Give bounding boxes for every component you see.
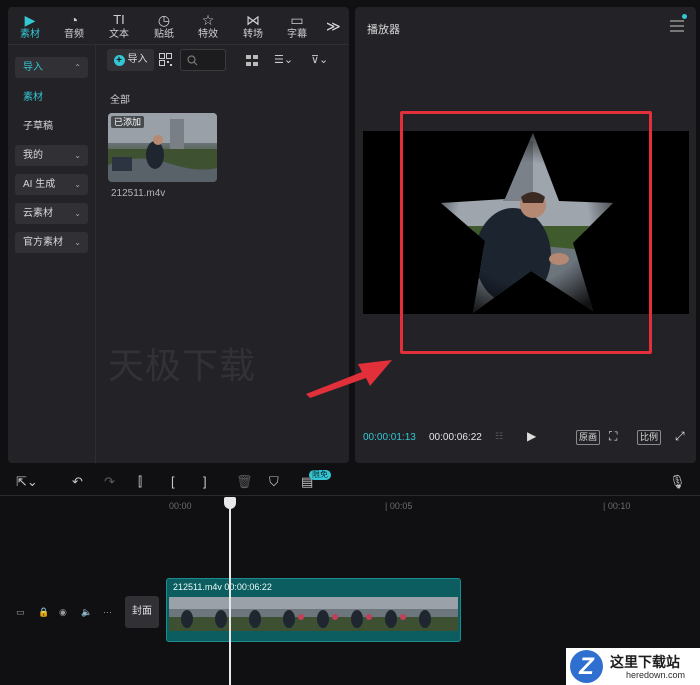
nav-ai-generate[interactable]: AI 生成 ⌄ [15, 174, 88, 195]
tabs-more-button[interactable]: ≫ [326, 18, 341, 35]
player-title: 播放器 [367, 24, 400, 36]
play-button[interactable]: ▶ [527, 430, 536, 445]
nav-official-label: 官方素材 [23, 237, 63, 248]
chevron-up-icon: ⌃ [74, 63, 81, 72]
plus-icon: + [113, 55, 125, 66]
added-badge: 已添加 [111, 116, 145, 128]
volume-icon[interactable]: 🔈 [81, 607, 92, 618]
playhead-handle[interactable] [224, 497, 236, 509]
original-quality-button[interactable]: 原画 [576, 430, 601, 445]
tab-transition[interactable]: ⋈ 转场 [235, 11, 271, 43]
lock-icon[interactable]: 🔒 [38, 607, 49, 618]
audio-icon: ◔ [69, 12, 79, 28]
timeline-ruler: 00:00 | 00:05 | 00:10 [166, 497, 700, 513]
sticker-icon: ◷ [157, 12, 171, 28]
trim-right-icon[interactable]: ] [203, 475, 207, 489]
timeline-grid-icon[interactable]: ☷ [495, 430, 503, 445]
media-toolbar: + 导入 ☰⌄ ⊽⌄ [99, 49, 339, 73]
more-icon[interactable]: ··· [103, 607, 112, 617]
timeline-toolbar: ⇱⌄ ↶ ↷ ⫿ [ ] 🗑 ⛉ ▤ 🎙 [0, 468, 700, 496]
tab-text[interactable]: TI 文本 [101, 11, 137, 43]
playhead[interactable] [229, 499, 231, 685]
text-icon: TI [113, 12, 125, 27]
total-time: 00:00:06:22 [429, 432, 482, 443]
highlight-frame [400, 111, 652, 354]
undo-icon[interactable]: ↶ [72, 475, 83, 489]
effects-icon: ☆ [201, 12, 215, 28]
ruler-label: 00:00 [169, 501, 192, 511]
media-thumbnail[interactable]: 已添加 [108, 113, 217, 182]
nav-import-label: 导入 [23, 62, 43, 73]
tab-media[interactable]: ▶ 素材 [12, 11, 48, 43]
tab-sticker[interactable]: ◷ 贴纸 [146, 11, 182, 43]
transition-icon: ⋈ [246, 12, 260, 28]
media-search-input[interactable] [180, 49, 226, 71]
side-nav: 导入 ⌃ 素材 子草稿 我的 ⌄ AI 生成 ⌄ 云素材 ⌄ 官方素材 ⌄ [8, 45, 96, 463]
chevron-down-icon: ⌄ [74, 209, 81, 218]
search-icon [187, 55, 198, 66]
ruler-label: | 00:05 [385, 501, 413, 511]
select-cursor-icon[interactable]: ⇱⌄ [16, 475, 38, 489]
watermark-text: 天极下载 [108, 346, 257, 387]
chevron-down-icon: ⌄ [74, 151, 81, 160]
redo-icon[interactable]: ↷ [104, 475, 115, 489]
nav-subdraft[interactable]: 子草稿 [15, 116, 88, 137]
eye-icon[interactable]: ◉ [59, 607, 67, 618]
free-badge: 限免 [309, 470, 331, 480]
top-tab-bar: ▶ 素材 ◔ 音频 TI 文本 ◷ 贴纸 ☆ 特效 ⋈ 转场 ▭ 字幕 ≫ [8, 7, 349, 45]
chevron-down-icon: ⌄ [74, 238, 81, 247]
import-label: 导入 [127, 54, 148, 65]
annotation-arrow-icon [306, 360, 392, 398]
clip-filmstrip [169, 597, 458, 631]
aspect-ratio-button[interactable]: 比例 [637, 430, 662, 445]
logo-z-icon: Z [570, 650, 603, 683]
nav-official[interactable]: 官方素材 ⌄ [15, 232, 88, 253]
ruler-label: | 00:10 [603, 501, 631, 511]
nav-mine[interactable]: 我的 ⌄ [15, 145, 88, 166]
notification-dot [682, 14, 687, 19]
nav-ai-label: AI 生成 [23, 179, 56, 190]
chevron-down-icon: ⌄ [74, 180, 81, 189]
nav-media[interactable]: 素材 [15, 87, 88, 108]
trim-left-icon[interactable]: [ [171, 475, 175, 489]
import-button[interactable]: + 导入 [107, 49, 154, 71]
fit-screen-icon[interactable]: ⛶ [609, 430, 617, 445]
timeline-clip[interactable]: 212511.m4v 00:00:06:22 [166, 578, 461, 642]
nav-mine-label: 我的 [23, 150, 43, 161]
tab-audio[interactable]: ◔ 音频 [56, 11, 92, 43]
media-panel: ▶ 素材 ◔ 音频 TI 文本 ◷ 贴纸 ☆ 特效 ⋈ 转场 ▭ 字幕 ≫ 导入… [8, 7, 349, 463]
sort-icon[interactable]: ☰⌄ [274, 53, 293, 66]
site-name: 这里下载站 [610, 654, 680, 670]
site-logo: Z 这里下载站 heredown.com [566, 648, 700, 685]
subtitle-icon: ▭ [290, 12, 304, 28]
split-icon[interactable]: ⫿ [138, 475, 142, 489]
filter-icon[interactable]: ⊽⌄ [311, 53, 328, 66]
menu-icon[interactable] [670, 20, 684, 32]
site-domain: heredown.com [626, 670, 686, 680]
media-icon: ▶ [24, 12, 36, 28]
clip-label: 212511.m4v 00:00:06:22 [173, 582, 272, 592]
media-filename: 212511.m4v [111, 188, 166, 199]
shield-icon[interactable]: ⛉ [269, 475, 279, 489]
nav-media-label: 素材 [23, 92, 43, 103]
fullscreen-icon[interactable]: ⤢ [675, 430, 685, 445]
nav-import[interactable]: 导入 ⌃ [15, 57, 88, 78]
tab-effects[interactable]: ☆ 特效 [190, 11, 226, 43]
nav-subdraft-label: 子草稿 [23, 121, 53, 132]
microphone-icon[interactable]: 🎙 [669, 475, 686, 489]
grid-view-icon[interactable] [246, 54, 259, 66]
all-media-label: 全部 [110, 95, 130, 106]
nav-cloud[interactable]: 云素材 ⌄ [15, 203, 88, 224]
qr-code-icon[interactable] [159, 53, 172, 66]
nav-cloud-label: 云素材 [23, 208, 53, 219]
current-time: 00:00:01:13 [363, 432, 416, 443]
cover-button[interactable]: 封面 [125, 596, 159, 628]
player-panel: 播放器 00:00:01:13 00:00:06:22 ☷ ▶ 原画 ⛶ 比例 … [355, 7, 696, 463]
delete-icon[interactable]: 🗑 [236, 475, 253, 489]
tab-subtitle[interactable]: ▭ 字幕 [279, 11, 315, 43]
track-header: ▭ 🔒 ◉ 🔈 ··· [8, 584, 120, 639]
track-video-icon[interactable]: ▭ [16, 607, 25, 618]
